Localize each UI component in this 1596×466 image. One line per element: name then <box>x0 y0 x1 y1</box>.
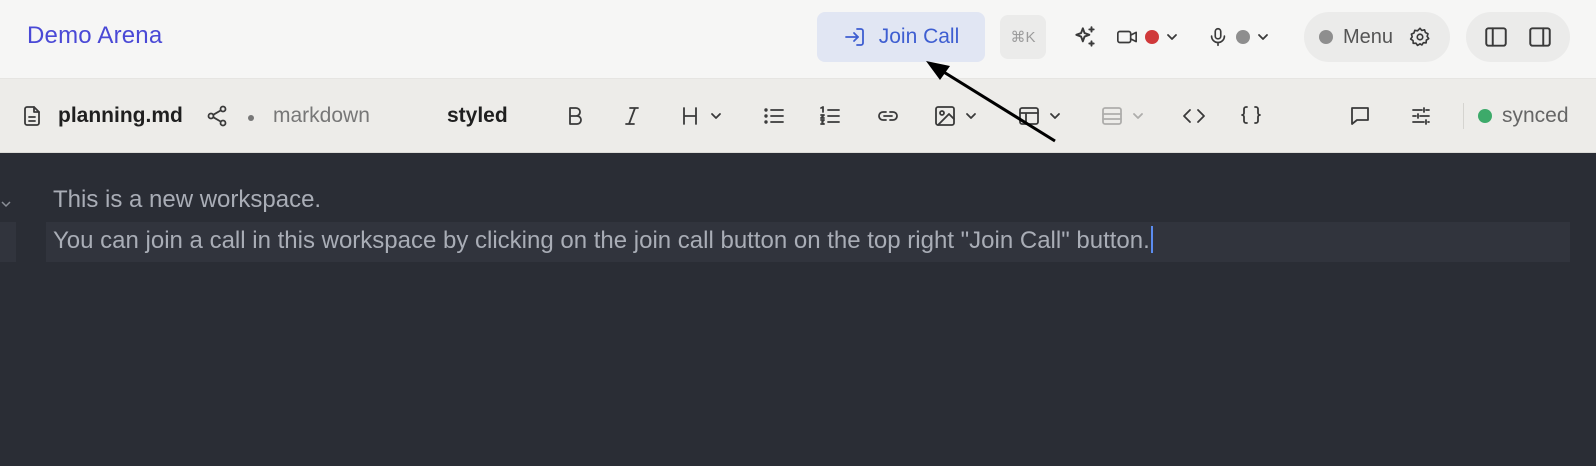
bold-icon <box>569 107 582 125</box>
file-info: planning.md <box>20 79 183 153</box>
login-icon <box>844 28 864 46</box>
view-mode-label: styled <box>447 104 508 127</box>
join-call-label: Join Call <box>878 25 960 48</box>
italic-button[interactable] <box>620 79 644 153</box>
separator-dot <box>248 115 254 121</box>
chevron-down-icon <box>1258 34 1268 40</box>
comment-icon <box>1351 107 1369 125</box>
view-mode-toggle[interactable]: styled <box>447 79 508 153</box>
microphone-icon <box>1210 27 1226 47</box>
code-icon <box>1183 109 1205 123</box>
share-button[interactable] <box>205 79 229 153</box>
file-type[interactable]: markdown <box>273 79 370 153</box>
editor-toolbar: planning.md markdown styled synced <box>0 79 1596 153</box>
table-row-dropdown[interactable] <box>1100 79 1144 153</box>
microphone-control[interactable] <box>1207 22 1269 52</box>
fold-chevron-icon[interactable] <box>0 198 12 210</box>
numbered-list-button[interactable] <box>818 79 842 153</box>
heading-dropdown[interactable] <box>678 79 722 153</box>
left-sidebar-toggle-icon[interactable] <box>1483 24 1509 50</box>
menu-button[interactable]: Menu <box>1304 12 1450 62</box>
file-type-label: markdown <box>273 104 370 127</box>
file-icon <box>24 106 40 126</box>
editor-line-2-text: You can join a call in this workspace by… <box>53 227 1150 254</box>
settings-sliders-icon <box>1412 107 1430 125</box>
workspace-title[interactable]: Demo Arena <box>27 22 162 50</box>
panel-toggles <box>1466 12 1570 62</box>
code-button[interactable] <box>1182 79 1206 153</box>
menu-label: Menu <box>1343 25 1394 48</box>
share-icon <box>207 105 227 127</box>
right-sidebar-toggle-icon[interactable] <box>1527 24 1553 50</box>
table-dropdown[interactable] <box>1017 79 1061 153</box>
camera-status-dot <box>1145 30 1159 44</box>
chevron-down-icon <box>1050 113 1060 119</box>
gear-icon <box>1409 27 1430 47</box>
sparkles-icon[interactable] <box>1072 24 1098 50</box>
toolbar-divider <box>1463 103 1464 129</box>
italic-icon <box>625 107 639 125</box>
join-call-button[interactable]: Join Call <box>817 12 985 62</box>
settings-sliders-button[interactable] <box>1409 79 1433 153</box>
bullet-list-icon <box>764 108 784 124</box>
bullet-list-button[interactable] <box>762 79 786 153</box>
bold-button[interactable] <box>563 79 587 153</box>
video-camera-icon <box>1117 30 1137 44</box>
camera-control[interactable] <box>1116 22 1178 52</box>
link-icon <box>878 111 898 121</box>
table-row-icon <box>1102 107 1122 125</box>
image-dropdown[interactable] <box>933 79 977 153</box>
editor-line-2[interactable]: You can join a call in this workspace by… <box>53 226 1153 255</box>
sync-status-label: synced <box>1502 104 1569 127</box>
table-icon <box>1019 107 1039 125</box>
braces-icon <box>1241 106 1261 124</box>
command-palette-shortcut[interactable]: ⌘K <box>1000 15 1046 59</box>
heading-icon <box>683 107 697 125</box>
code-block-button[interactable] <box>1239 79 1263 153</box>
top-bar: Demo Arena Join Call ⌘K Menu <box>0 0 1596 79</box>
editor-line-1[interactable]: This is a new workspace. <box>53 186 321 214</box>
numbered-list-icon <box>820 106 840 125</box>
mic-status-dot <box>1236 30 1250 44</box>
sync-status: synced <box>1478 79 1569 153</box>
file-name[interactable]: planning.md <box>58 104 183 128</box>
menu-status-dot <box>1319 30 1333 44</box>
chevron-down-icon <box>1133 113 1143 119</box>
link-button[interactable] <box>876 79 900 153</box>
comment-button[interactable] <box>1348 79 1372 153</box>
image-icon <box>935 106 955 126</box>
active-line-gutter <box>0 222 16 262</box>
chevron-down-icon <box>966 113 976 119</box>
text-cursor <box>1150 226 1153 253</box>
sync-status-dot <box>1478 109 1492 123</box>
chevron-down-icon <box>711 113 721 119</box>
chevron-down-icon <box>1167 34 1177 40</box>
